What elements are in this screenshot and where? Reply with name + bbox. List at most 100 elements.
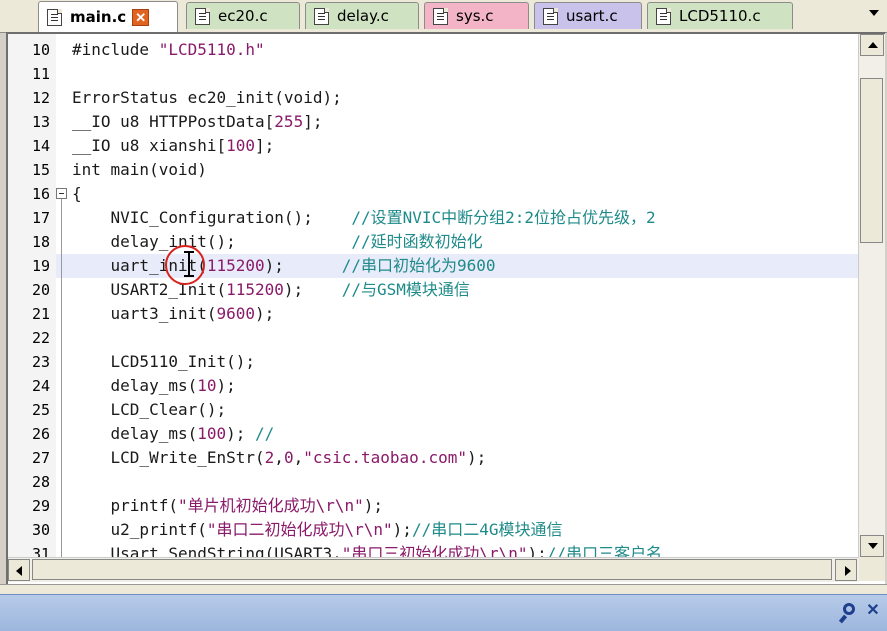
- code-line[interactable]: [56, 326, 859, 350]
- code-token: //设置NVIC中断分组2:2位抢占优先级，2: [351, 208, 656, 227]
- code-token: //: [255, 424, 275, 443]
- tab-main-c[interactable]: main.c ✕: [38, 1, 178, 32]
- tab-label: ec20.c: [218, 7, 268, 25]
- code-line[interactable]: printf("单片机初始化成功\r\n");: [56, 494, 859, 518]
- code-line[interactable]: [56, 62, 859, 86]
- code-token: 10: [197, 376, 217, 395]
- code-token: //延时函数初始化: [351, 232, 483, 251]
- c-file-icon: [656, 7, 671, 25]
- code-token: );: [255, 304, 275, 323]
- code-line[interactable]: delay_ms(10);: [56, 374, 859, 398]
- code-line[interactable]: Usart_SendString(USART3,"串口三初始化成功\r\n");…: [56, 542, 859, 557]
- code-token: ];: [255, 136, 275, 155]
- code-text: delay_init(); //延时函数初始化: [72, 230, 483, 254]
- code-token: );: [264, 256, 342, 275]
- line-number: 16: [31, 185, 50, 203]
- line-number: 11: [31, 65, 50, 83]
- code-token: //串口初始化为9600: [341, 256, 496, 275]
- code-token: "csic.taobao.com": [303, 448, 467, 467]
- line-number: 26: [31, 425, 50, 443]
- code-line[interactable]: NVIC_Configuration(); //设置NVIC中断分组2:2位抢占…: [56, 206, 859, 230]
- line-number: 12: [31, 89, 50, 107]
- line-number: 17: [31, 209, 50, 227]
- tab-lcd5110-c[interactable]: LCD5110.c: [647, 2, 793, 29]
- code-line[interactable]: LCD5110_Init();: [56, 350, 859, 374]
- tab-list-dropdown-icon[interactable]: [867, 6, 881, 20]
- line-number: 24: [31, 377, 50, 395]
- code-text: Usart_SendString(USART3,"串口三初始化成功\r\n");…: [72, 542, 663, 557]
- tab-delay-c[interactable]: delay.c: [305, 2, 419, 29]
- close-tab-icon[interactable]: ✕: [132, 8, 150, 26]
- code-text: int main(void): [72, 158, 207, 182]
- code-line[interactable]: ErrorStatus ec20_init(void);: [56, 86, 859, 110]
- code-text: NVIC_Configuration(); //设置NVIC中断分组2:2位抢占…: [72, 206, 656, 230]
- code-line[interactable]: __IO u8 xianshi[100];: [56, 134, 859, 158]
- tab-ec20-c[interactable]: ec20.c: [186, 2, 300, 29]
- code-token: );: [226, 424, 256, 443]
- tab-label: LCD5110.c: [679, 7, 761, 25]
- code-token: 255: [274, 112, 304, 131]
- code-token: 0: [283, 448, 294, 467]
- vertical-scrollbar[interactable]: [858, 34, 885, 557]
- code-token: delay_init();: [72, 232, 352, 251]
- tab-sys-c[interactable]: sys.c: [424, 2, 529, 29]
- code-text: printf("单片机初始化成功\r\n");: [72, 494, 384, 518]
- code-line[interactable]: {: [56, 182, 859, 206]
- code-editor[interactable]: 10 11 12 13 14 15 16 17 18 19 20 21 22 23 24 25 26 27 28 29…: [6, 32, 885, 584]
- code-line[interactable]: int main(void): [56, 158, 859, 182]
- line-number: 30: [31, 521, 50, 539]
- output-panel-header: ✕: [0, 594, 887, 631]
- code-token: 115200: [206, 256, 265, 275]
- code-token: "串口三初始化成功\r\n": [341, 544, 528, 557]
- code-token: );: [216, 376, 236, 395]
- horizontal-scroll-thumb[interactable]: [32, 559, 832, 580]
- scrollbar-corner: [859, 557, 885, 581]
- c-file-icon: [433, 7, 448, 25]
- panel-close-icon[interactable]: ✕: [865, 603, 881, 619]
- code-token: "串口二初始化成功\r\n": [206, 520, 393, 539]
- code-line[interactable]: LCD_Write_EnStr(2,0,"csic.taobao.com");: [56, 446, 859, 470]
- code-token: //串口三客户名: [546, 544, 663, 557]
- code-text: uart3_init(9600);: [72, 302, 275, 326]
- line-number: 22: [31, 329, 50, 347]
- scroll-down-icon[interactable]: [860, 535, 884, 557]
- code-token: );: [527, 544, 547, 557]
- scroll-left-icon[interactable]: [8, 559, 30, 581]
- line-number: 27: [31, 449, 50, 467]
- code-line[interactable]: __IO u8 HTTPPostData[255];: [56, 110, 859, 134]
- code-token: __IO u8 xianshi[: [72, 136, 227, 155]
- code-token: 2: [264, 448, 275, 467]
- code-text: delay_ms(100); //: [72, 422, 275, 446]
- code-line[interactable]: LCD_Clear();: [56, 398, 859, 422]
- code-token: 115200: [226, 280, 284, 299]
- code-line[interactable]: u2_printf("串口二初始化成功\r\n");//串口二4G模块通信: [56, 518, 859, 542]
- tab-usart-c[interactable]: usart.c: [534, 2, 642, 29]
- code-line[interactable]: uart3_init(9600);: [56, 302, 859, 326]
- code-token: LCD5110_Init();: [72, 352, 256, 371]
- code-text: LCD_Write_EnStr(2,0,"csic.taobao.com");: [72, 446, 487, 470]
- line-number: 25: [31, 401, 50, 419]
- code-token: ErrorStatus ec20_init(void);: [72, 88, 342, 107]
- code-area[interactable]: #include "LCD5110.h" ErrorStatus ec20_ini…: [56, 34, 859, 557]
- code-token: {: [72, 184, 82, 203]
- code-text: uart_init(115200); //串口初始化为9600: [72, 254, 496, 278]
- code-text: LCD_Clear();: [72, 398, 227, 422]
- scroll-right-icon[interactable]: [835, 559, 857, 581]
- text-cursor-icon: [184, 251, 194, 277]
- fold-toggle-icon[interactable]: [56, 188, 67, 199]
- code-line[interactable]: [56, 470, 859, 494]
- find-icon[interactable]: [841, 603, 861, 623]
- code-token: uart3_init(: [72, 304, 217, 323]
- horizontal-scrollbar[interactable]: [8, 557, 859, 582]
- code-token: int main(void): [72, 160, 207, 179]
- code-token: //串口二4G模块通信: [411, 520, 563, 539]
- code-line[interactable]: delay_ms(100); //: [56, 422, 859, 446]
- code-token: USART2_Init(: [72, 280, 227, 299]
- code-line[interactable]: #include "LCD5110.h": [56, 38, 859, 62]
- vertical-scroll-thumb[interactable]: [860, 78, 883, 243]
- scroll-up-icon[interactable]: [860, 34, 884, 56]
- line-number: 19: [31, 257, 50, 275]
- tab-strip: main.c ✕ ec20.c delay.c sys.c usart.c LC…: [0, 0, 887, 33]
- code-text: delay_ms(10);: [72, 374, 236, 398]
- code-token: u2_printf(: [72, 520, 207, 539]
